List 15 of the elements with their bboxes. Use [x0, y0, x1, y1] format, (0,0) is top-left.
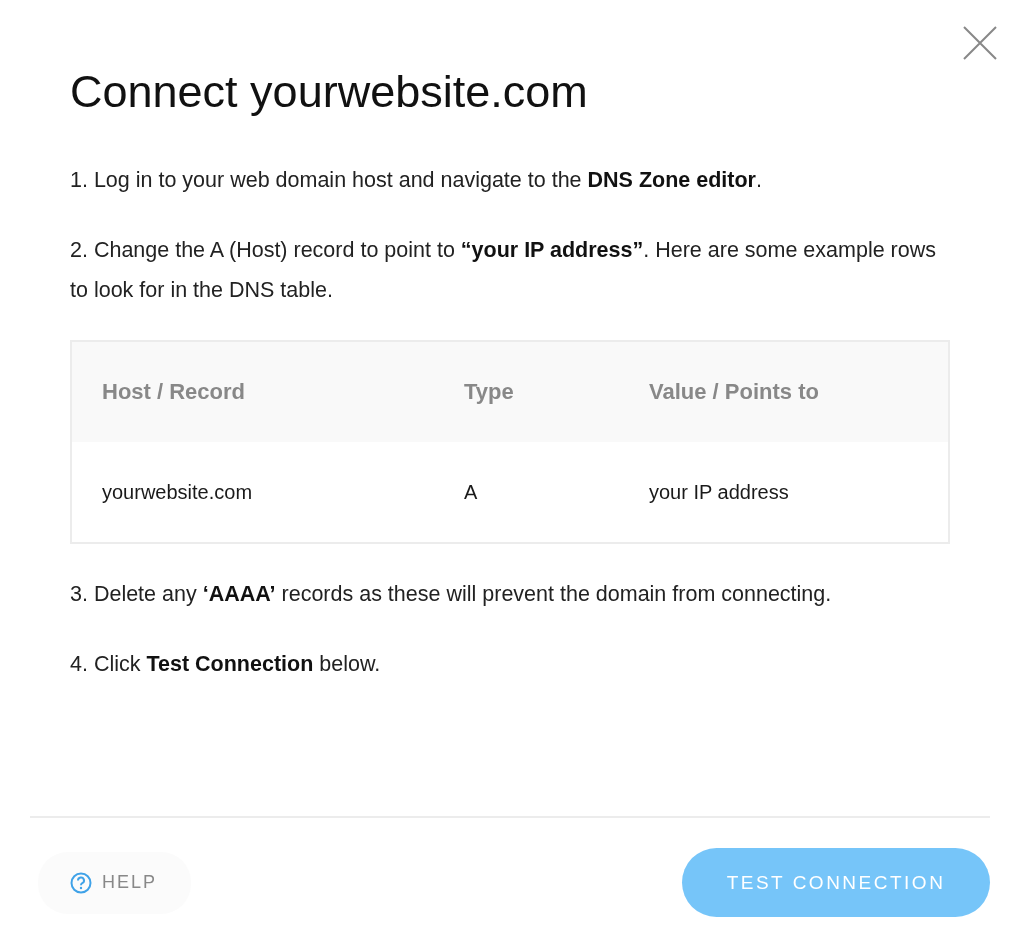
instruction-step: 3. Delete any ‘AAAA’ records as these will prevent the domain from connecting.: [70, 574, 950, 614]
column-header: Type: [464, 379, 515, 405]
close-icon[interactable]: [963, 26, 997, 60]
column-header: Value / Points to: [649, 379, 820, 405]
column-header: Host / Record: [102, 379, 247, 405]
dialog-title: Connect yourwebsite.com: [70, 65, 589, 119]
table-cell-text: your IP address: [649, 480, 790, 504]
instruction-step: 4. Click Test Connection below.: [70, 644, 950, 684]
table-cell-text: yourwebsite.com: [102, 480, 254, 504]
help-button[interactable]: HELP: [38, 851, 192, 914]
table-cell-text: A: [464, 480, 479, 504]
instruction-step: 1. Log in to your web domain host and navigate to the DNS Zone editor.: [70, 160, 950, 200]
test-connection-button[interactable]: TEST CONNECTION: [682, 848, 990, 917]
instruction-step: 2. Change the A (Host) record to point to “your IP address”. Here are some example rows to look for in the DNS table.: [70, 230, 950, 310]
help-icon: [70, 871, 92, 894]
